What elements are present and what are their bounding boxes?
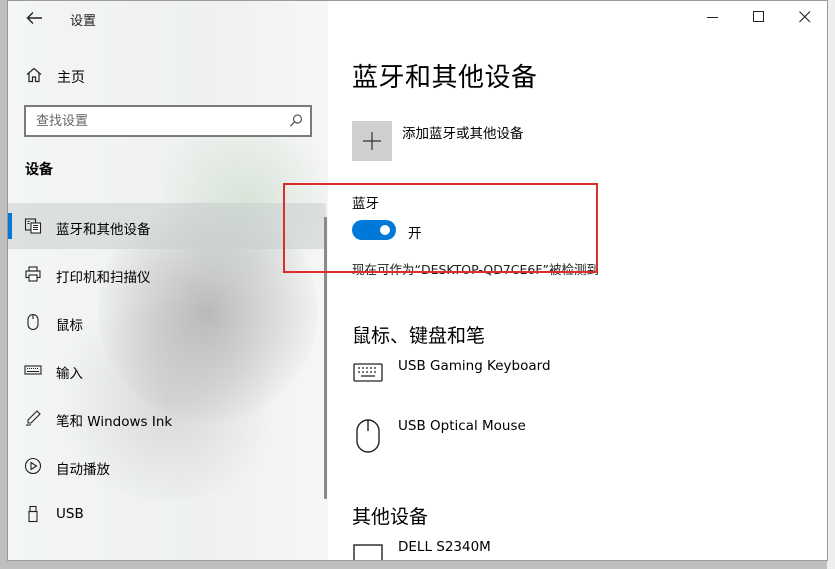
mouse-icon bbox=[352, 418, 384, 460]
app-title: 设置 bbox=[70, 14, 97, 29]
printer-icon bbox=[24, 265, 42, 283]
section-title-other-devices: 其他设备 bbox=[352, 506, 429, 528]
minimize-icon bbox=[707, 17, 718, 18]
sidebar-item-usb[interactable]: USB bbox=[8, 491, 326, 537]
section-header-devices: 设备 bbox=[25, 162, 53, 178]
monitor-icon bbox=[352, 539, 384, 560]
device-item-mouse[interactable]: USB Optical Mouse bbox=[352, 418, 772, 468]
page-title: 蓝牙和其他设备 bbox=[352, 63, 538, 93]
home-icon bbox=[25, 66, 43, 84]
section-title-mouse-keyboard: 鼠标、键盘和笔 bbox=[352, 325, 486, 347]
mouse-icon bbox=[24, 313, 42, 331]
close-button[interactable] bbox=[782, 1, 827, 33]
device-name: DELL S2340M bbox=[398, 539, 491, 555]
sidebar-item-autoplay[interactable]: 自动播放 bbox=[8, 443, 326, 489]
sidebar: 设置 主页 设备 bbox=[8, 1, 328, 560]
settings-window: 设置 主页 设备 bbox=[7, 0, 828, 561]
minimize-button[interactable] bbox=[690, 1, 736, 33]
add-device-label[interactable]: 添加蓝牙或其他设备 bbox=[402, 122, 524, 142]
sidebar-item-label: 笔和 Windows Ink bbox=[56, 414, 173, 430]
device-item-keyboard[interactable]: USB Gaming Keyboard bbox=[352, 358, 772, 408]
device-name: USB Optical Mouse bbox=[398, 418, 526, 434]
sidebar-item-label: 打印机和扫描仪 bbox=[56, 270, 151, 286]
back-arrow-icon bbox=[26, 12, 42, 24]
search-box[interactable] bbox=[24, 105, 312, 137]
keyboard-icon bbox=[352, 358, 384, 390]
autoplay-icon bbox=[24, 457, 42, 475]
sidebar-item-bluetooth[interactable]: 蓝牙和其他设备 bbox=[8, 203, 326, 249]
sidebar-item-printers[interactable]: 打印机和扫描仪 bbox=[8, 251, 326, 297]
bluetooth-devices-icon bbox=[24, 217, 42, 235]
plus-icon bbox=[363, 132, 381, 150]
search-input[interactable] bbox=[36, 112, 276, 130]
pen-icon bbox=[24, 409, 42, 427]
sidebar-item-typing[interactable]: 输入 bbox=[8, 347, 326, 393]
sidebar-item-pen[interactable]: 笔和 Windows Ink bbox=[8, 395, 326, 441]
sidebar-item-label: 蓝牙和其他设备 bbox=[56, 222, 151, 238]
annotation-highlight-box bbox=[283, 183, 598, 273]
background-window-strip bbox=[827, 0, 835, 569]
sidebar-item-label: 输入 bbox=[56, 366, 83, 382]
add-device-button[interactable] bbox=[352, 121, 392, 161]
sidebar-item-home[interactable]: 主页 bbox=[8, 59, 328, 91]
maximize-button[interactable] bbox=[736, 1, 782, 33]
search-icon[interactable] bbox=[288, 113, 304, 129]
sidebar-item-label: USB bbox=[56, 506, 84, 522]
keyboard-icon bbox=[24, 361, 42, 379]
device-item-monitor[interactable]: DELL S2340M bbox=[352, 539, 772, 560]
sidebar-item-label: 主页 bbox=[57, 70, 85, 86]
close-icon bbox=[799, 11, 811, 23]
maximize-icon bbox=[753, 11, 764, 22]
device-name: USB Gaming Keyboard bbox=[398, 358, 551, 374]
sidebar-item-mouse[interactable]: 鼠标 bbox=[8, 299, 326, 345]
usb-icon bbox=[24, 505, 42, 523]
sidebar-item-label: 鼠标 bbox=[56, 318, 83, 334]
sidebar-item-label: 自动播放 bbox=[56, 462, 110, 478]
back-button[interactable] bbox=[24, 7, 46, 29]
